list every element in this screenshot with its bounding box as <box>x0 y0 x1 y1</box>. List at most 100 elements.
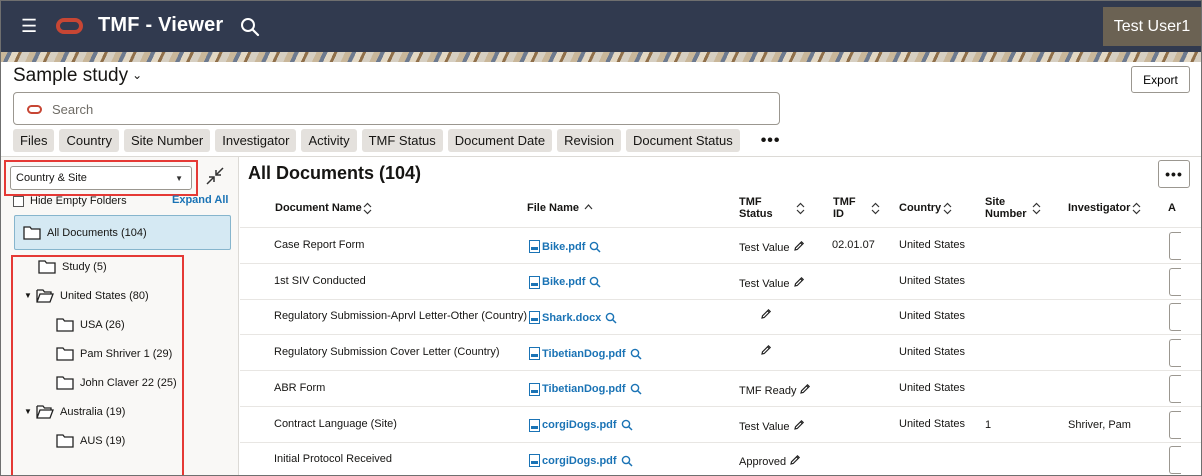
preview-magnifier-icon[interactable] <box>621 419 633 431</box>
tree-item-pam-shriver[interactable]: Pam Shriver 1 (29) <box>56 346 172 361</box>
file-link[interactable]: corgiDogs.pdf <box>529 454 633 468</box>
expand-all-link[interactable]: Expand All <box>172 194 228 206</box>
view-select[interactable]: Country & Site ▼ <box>10 166 192 190</box>
tree-item-john-claver[interactable]: John Claver 22 (25) <box>56 375 177 390</box>
tmf-id-cell: 02.01.07 <box>832 239 875 251</box>
tree-item-aus[interactable]: AUS (19) <box>56 433 125 448</box>
oracle-logo-icon <box>56 18 83 34</box>
collapse-icon[interactable] <box>205 166 225 186</box>
preview-magnifier-icon[interactable] <box>630 383 642 395</box>
edit-pencil-icon[interactable] <box>760 308 772 320</box>
sort-icon[interactable] <box>1032 202 1041 215</box>
row-action-button[interactable] <box>1169 267 1181 296</box>
row-action-button[interactable] <box>1169 339 1181 368</box>
file-name-text[interactable]: Bike.pdf <box>542 241 585 253</box>
table-row[interactable]: Initial Protocol Received corgiDogs.pdf Ap… <box>240 442 1201 475</box>
tree-item-label: Pam Shriver 1 (29) <box>80 347 173 360</box>
edit-pencil-icon[interactable] <box>793 240 805 252</box>
more-actions-button[interactable]: ••• <box>1158 160 1190 188</box>
file-link[interactable]: corgiDogs.pdf <box>529 418 633 432</box>
edit-pencil-icon[interactable] <box>793 276 805 288</box>
search-input[interactable] <box>52 99 752 119</box>
file-link[interactable]: Bike.pdf <box>529 240 601 253</box>
user-menu-button[interactable]: Test User1 <box>1103 7 1201 46</box>
file-link[interactable]: Shark.docx <box>529 311 617 325</box>
column-header-document-name[interactable]: Document Name <box>275 202 362 214</box>
sort-icon[interactable] <box>796 202 805 215</box>
table-row[interactable]: Regulatory Submission-Aprvl Letter-Other… <box>240 299 1201 336</box>
edit-pencil-icon[interactable] <box>799 383 811 395</box>
table-row[interactable]: Regulatory Submission Cover Letter (Coun… <box>240 335 1201 372</box>
sort-ascending-icon[interactable] <box>584 203 593 211</box>
preview-magnifier-icon[interactable] <box>589 276 601 288</box>
table-row[interactable]: Contract Language (Site) corgiDogs.pdf Tes… <box>240 407 1201 443</box>
hide-empty-checkbox[interactable] <box>13 195 24 207</box>
app-header: ☰ TMF - Viewer Test User1 <box>1 1 1201 52</box>
file-name-text[interactable]: Shark.docx <box>542 312 601 324</box>
filter-chip-document-date[interactable]: Document Date <box>447 129 553 152</box>
sort-icon[interactable] <box>943 202 952 215</box>
expanded-caret-icon[interactable]: ▼ <box>24 407 32 416</box>
filter-chip-investigator[interactable]: Investigator <box>215 129 297 152</box>
preview-magnifier-icon[interactable] <box>621 455 633 467</box>
column-header-truncated[interactable]: A <box>1168 202 1176 214</box>
row-action-button[interactable] <box>1169 446 1181 475</box>
sort-icon[interactable] <box>1132 202 1141 215</box>
filter-chip-site-number[interactable]: Site Number <box>123 129 211 152</box>
row-action-button[interactable] <box>1169 232 1181 260</box>
column-header-tmf-id[interactable]: TMF ID <box>833 196 861 220</box>
file-name-text[interactable]: corgiDogs.pdf <box>542 455 617 467</box>
file-name-text[interactable]: TibetianDog.pdf <box>542 383 626 395</box>
hamburger-icon[interactable]: ☰ <box>21 16 37 36</box>
tree-item-study[interactable]: Study (5) <box>38 259 107 274</box>
preview-magnifier-icon[interactable] <box>589 241 601 253</box>
filter-chip-revision[interactable]: Revision <box>557 129 621 152</box>
column-header-tmf-status[interactable]: TMF Status <box>739 196 779 220</box>
edit-pencil-icon[interactable] <box>793 419 805 431</box>
table-row[interactable]: 1st SIV Conducted Bike.pdf Test Value Unite… <box>240 264 1201 300</box>
sort-icon[interactable] <box>871 202 880 215</box>
file-link[interactable]: Bike.pdf <box>529 275 601 289</box>
row-action-button[interactable] <box>1169 303 1181 332</box>
filter-chips: Files Country Site Number Investigator A… <box>13 129 781 152</box>
filter-chip-activity[interactable]: Activity <box>301 129 357 152</box>
preview-magnifier-icon[interactable] <box>605 312 617 324</box>
row-action-button[interactable] <box>1169 374 1181 403</box>
open-folder-icon <box>36 405 54 419</box>
more-filters-button[interactable]: ••• <box>761 132 781 150</box>
view-select-highlight: Country & Site ▼ <box>4 160 198 196</box>
filter-chip-country[interactable]: Country <box>59 129 119 152</box>
column-header-site-number[interactable]: Site Number <box>985 196 1030 220</box>
export-button[interactable]: Export <box>1131 66 1190 93</box>
column-header-country[interactable]: Country <box>899 202 941 214</box>
tree-item-all-documents[interactable]: All Documents (104) <box>14 215 231 250</box>
filter-chip-document-status[interactable]: Document Status <box>625 129 740 152</box>
file-name-text[interactable]: corgiDogs.pdf <box>542 419 617 431</box>
preview-magnifier-icon[interactable] <box>630 348 642 360</box>
tree-item-usa[interactable]: USA (26) <box>56 317 125 332</box>
filter-chip-files[interactable]: Files <box>13 129 55 152</box>
caret-down-icon: ▼ <box>175 173 183 183</box>
row-action-button[interactable] <box>1169 410 1181 439</box>
tree-item-australia[interactable]: ▼ Australia (19) <box>24 404 125 419</box>
column-header-investigator[interactable]: Investigator <box>1068 202 1130 214</box>
file-name-text[interactable]: Bike.pdf <box>542 276 585 288</box>
file-link[interactable]: TibetianDog.pdf <box>529 382 642 396</box>
edit-pencil-icon[interactable] <box>760 344 772 356</box>
table-row[interactable]: Case Report Form Bike.pdf Test Value 02.01.… <box>240 228 1201 264</box>
hide-empty-folders-toggle[interactable]: Hide Empty Folders <box>13 195 127 207</box>
expanded-caret-icon[interactable]: ▼ <box>24 291 32 300</box>
country-cell: United States <box>899 239 966 251</box>
file-name-text[interactable]: TibetianDog.pdf <box>542 348 626 360</box>
search-field[interactable] <box>13 92 780 125</box>
file-type-icon <box>529 454 540 468</box>
sort-icon[interactable] <box>363 202 372 215</box>
search-icon[interactable] <box>239 16 261 38</box>
column-header-file-name[interactable]: File Name <box>527 202 579 214</box>
tree-item-united-states[interactable]: ▼ United States (80) <box>24 288 149 303</box>
file-link[interactable]: TibetianDog.pdf <box>529 347 642 361</box>
table-row[interactable]: ABR Form TibetianDog.pdf TMF Ready United S… <box>240 371 1201 407</box>
edit-pencil-icon[interactable] <box>789 454 801 466</box>
study-selector[interactable]: Sample study ⌄ <box>13 65 142 87</box>
filter-chip-tmf-status[interactable]: TMF Status <box>361 129 443 152</box>
